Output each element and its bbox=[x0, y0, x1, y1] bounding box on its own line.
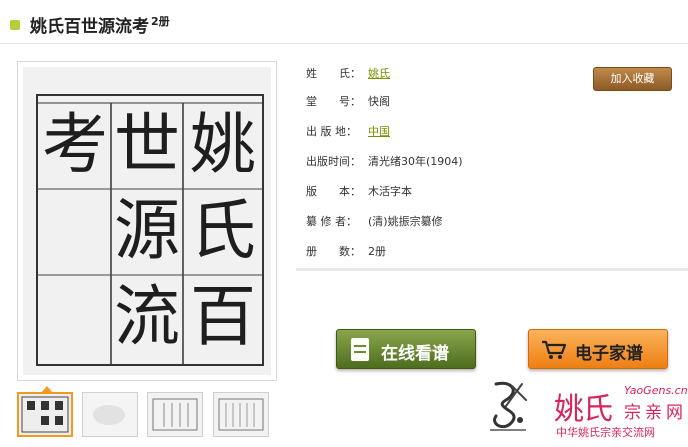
brand-name: 姚氏 bbox=[554, 392, 613, 427]
read-online-button[interactable]: 在线看谱 bbox=[336, 329, 476, 369]
detail-label: 姓 氏： bbox=[306, 67, 361, 80]
site-logo[interactable]: 姚氏 YaoGens.cn 宗亲网 中华姚氏宗亲交流网 bbox=[478, 374, 688, 444]
shopping-cart-icon bbox=[542, 340, 567, 359]
thumbnail-image bbox=[83, 393, 137, 436]
add-to-favorites-button[interactable]: 加入收藏 bbox=[593, 67, 672, 91]
cover-char: 世 bbox=[114, 106, 180, 183]
thumbnail-2[interactable] bbox=[82, 392, 138, 437]
active-thumbnail-marker bbox=[41, 386, 53, 393]
thumbnail-image bbox=[214, 393, 268, 436]
detail-label: 堂 号： bbox=[306, 95, 361, 108]
read-online-label: 在线看谱 bbox=[381, 344, 449, 364]
title-bullet-icon bbox=[10, 20, 20, 30]
detail-value: 清光绪30年(1904) bbox=[368, 155, 463, 168]
detail-value: (清)姚振宗纂修 bbox=[368, 215, 443, 228]
cover-char: 源 bbox=[114, 192, 180, 269]
section-divider bbox=[296, 268, 688, 271]
cover-char: 考 bbox=[42, 106, 108, 183]
publish-place-link[interactable]: 中国 bbox=[368, 123, 390, 139]
cover-char: 氏 bbox=[190, 192, 256, 269]
title-bar: 姚氏百世源流考 2册 bbox=[0, 0, 688, 44]
volume-count: 2册 bbox=[151, 15, 170, 29]
calligraphy-seal-icon bbox=[490, 381, 527, 431]
thumbnail-1[interactable] bbox=[17, 386, 73, 437]
digital-genealogy-label: 电子家谱 bbox=[575, 344, 643, 364]
thumbnail-4[interactable] bbox=[213, 392, 269, 437]
digital-genealogy-button[interactable]: 电子家谱 bbox=[528, 329, 668, 369]
book-cover-frame: 姚 氏 百 世 源 流 考 bbox=[17, 61, 277, 381]
thumbnail-image bbox=[19, 394, 71, 435]
cover-char: 流 bbox=[114, 278, 180, 355]
detail-value: 木活字本 bbox=[368, 185, 412, 198]
brand-url: YaoGens.cn bbox=[624, 384, 688, 397]
page-title: 姚氏百世源流考 2册 bbox=[30, 12, 170, 37]
brand-tagline: 中华姚氏宗亲交流网 bbox=[556, 426, 655, 439]
thumbnail-image bbox=[148, 393, 202, 436]
detail-label: 纂 修 者： bbox=[306, 215, 357, 228]
book-title-text: 姚氏百世源流考 bbox=[30, 17, 149, 37]
detail-label: 册 数： bbox=[306, 245, 361, 258]
document-icon bbox=[351, 338, 369, 361]
surname-link[interactable]: 姚氏 bbox=[368, 65, 390, 81]
thumbnail-3[interactable] bbox=[147, 392, 203, 437]
cover-char: 姚 bbox=[190, 106, 256, 183]
detail-label: 版 本： bbox=[306, 185, 361, 198]
detail-label: 出 版 地： bbox=[306, 125, 357, 138]
detail-value: 快阁 bbox=[368, 95, 390, 108]
cover-char: 百 bbox=[190, 278, 256, 355]
brand-site-label: 宗亲网 bbox=[624, 403, 687, 423]
detail-value: 2册 bbox=[368, 245, 386, 258]
book-cover-image[interactable]: 姚 氏 百 世 源 流 考 bbox=[23, 67, 271, 375]
detail-label: 出版时间： bbox=[306, 155, 361, 168]
